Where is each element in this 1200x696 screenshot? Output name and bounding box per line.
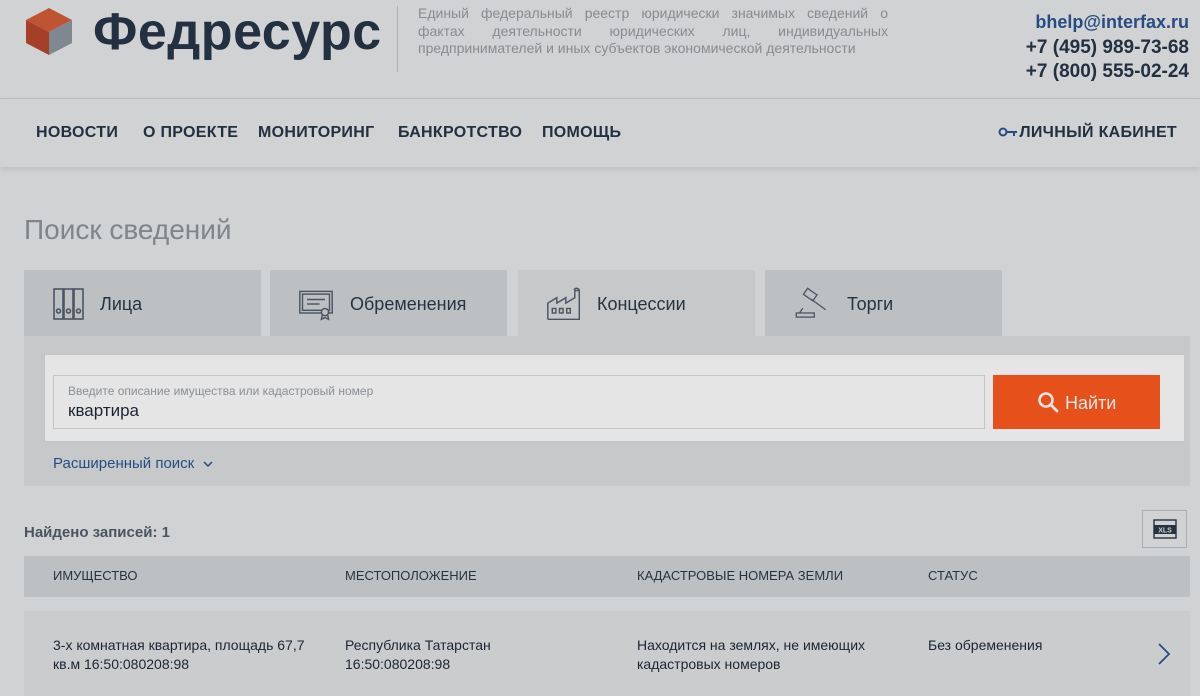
tab-label: Торги: [847, 294, 894, 314]
cell-location: Республика Татарстан 16:50:080208:98: [345, 636, 491, 674]
tab-concessions[interactable]: Концессии: [518, 270, 755, 336]
xls-icon: XLS: [1153, 519, 1177, 539]
cell-cadastral-line2: кадастровых номеров: [637, 656, 781, 672]
personal-cabinet-link[interactable]: ЛИЧНЫЙ КАБИНЕТ: [1019, 124, 1177, 142]
certificate-icon: [299, 290, 333, 321]
tagline: Единый федеральный реестр юридически зна…: [418, 5, 888, 56]
chevron-right-icon[interactable]: [1157, 642, 1171, 666]
search-input[interactable]: [68, 401, 968, 421]
factory-icon: [547, 287, 581, 321]
column-header-property: Имущество: [53, 568, 138, 583]
cell-status: Без обременения: [928, 637, 1043, 653]
advanced-search-link[interactable]: Расширенный поиск: [53, 455, 194, 472]
nav-item-news[interactable]: НОВОСТИ: [36, 124, 118, 142]
cell-property: 3-х комнатная квартира, площадь 67,7 кв.…: [53, 636, 305, 674]
tab-encumbrances[interactable]: Обременения: [270, 270, 507, 336]
key-icon: [998, 127, 1017, 137]
cell-cadastral: Находится на землях, не имеющих кадастро…: [637, 636, 865, 674]
tab-label: Концессии: [597, 294, 686, 314]
header-divider: [397, 6, 398, 72]
tab-persons[interactable]: Лица: [24, 270, 261, 336]
contact-phone-2: +7 (800) 555-02-24: [1025, 61, 1189, 82]
search-field-label: Введите описание имущества или кадастров…: [68, 384, 374, 398]
cell-property-line1: 3-х комнатная квартира, площадь 67,7: [53, 637, 305, 653]
fedresurs-logo-icon[interactable]: [24, 6, 74, 56]
column-header-cadastral: Кадастровые номера земли: [637, 568, 844, 583]
tab-label: Обременения: [350, 294, 467, 314]
page-title: Поиск сведений: [24, 214, 232, 245]
search-button-label: Найти: [1065, 393, 1117, 413]
results-count: Найдено записей: 1: [24, 524, 170, 541]
contact-phone-1: +7 (495) 989-73-68: [1025, 37, 1189, 58]
tab-label: Лица: [100, 294, 143, 314]
search-button[interactable]: Найти: [993, 375, 1160, 429]
nav-item-bankruptcy[interactable]: БАНКРОТСТВО: [398, 124, 522, 142]
nav-item-help[interactable]: ПОМОЩЬ: [542, 124, 621, 142]
export-xls-button[interactable]: XLS: [1142, 510, 1187, 548]
results-table-header: [24, 556, 1190, 597]
svg-text:XLS: XLS: [1158, 528, 1172, 535]
cell-location-line1: Республика Татарстан: [345, 637, 491, 653]
column-header-status: Статус: [928, 568, 978, 583]
contact-email-link[interactable]: bhelp@interfax.ru: [1035, 12, 1189, 33]
cell-property-line2: кв.м 16:50:080208:98: [53, 656, 190, 672]
cell-cadastral-line1: Находится на землях, не имеющих: [637, 637, 866, 653]
cell-location-line2: 16:50:080208:98: [345, 656, 451, 672]
brand-name[interactable]: Федресурс: [93, 0, 382, 64]
site-header: Федресурс Единый федеральный реестр юрид…: [0, 0, 1200, 98]
tab-auctions[interactable]: Торги: [765, 270, 1002, 336]
gavel-icon: [795, 287, 827, 318]
nav-item-about[interactable]: О ПРОЕКТЕ: [143, 124, 238, 142]
column-header-location: Местоположение: [345, 568, 477, 583]
main-nav: НОВОСТИ О ПРОЕКТЕ МОНИТОРИНГ БАНКРОТСТВО…: [0, 98, 1200, 167]
nav-item-monitoring[interactable]: МОНИТОРИНГ: [258, 124, 374, 142]
chevron-down-icon[interactable]: [203, 461, 213, 467]
binders-icon: [53, 288, 84, 320]
search-icon: [1038, 392, 1059, 413]
